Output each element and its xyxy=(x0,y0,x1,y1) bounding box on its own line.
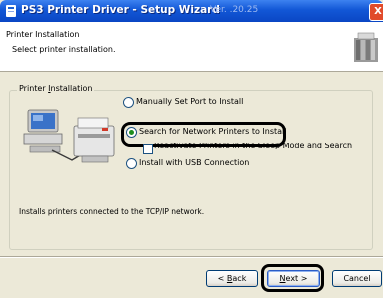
window-title: PS3 Printer Driver - Setup Wizard xyxy=(21,4,220,16)
search-network-radio[interactable] xyxy=(126,127,137,138)
printer-drivers-icon xyxy=(354,32,378,62)
option-description: Installs printers connected to the TCP/I… xyxy=(19,207,205,216)
close-button[interactable]: X xyxy=(369,3,383,21)
reactivate-sleep-checkbox[interactable] xyxy=(143,144,153,154)
cancel-button[interactable]: Cancel xyxy=(332,270,382,287)
back-button[interactable]: < Back xyxy=(206,270,258,287)
close-icon: X xyxy=(374,6,382,17)
setup-wizard-window: PS3 Printer Driver - Setup Wizard Ver. .… xyxy=(0,0,383,298)
page-subtitle: Select printer installation. xyxy=(12,45,116,54)
usb-connection-radio[interactable] xyxy=(126,158,137,169)
printer-app-icon xyxy=(6,5,16,17)
network-printer-illustration xyxy=(22,104,120,170)
next-button[interactable]: Next > xyxy=(267,270,320,287)
window-version: Ver. .20.25 xyxy=(210,5,259,15)
wizard-header: Printer Installation Select printer inst… xyxy=(0,22,383,72)
manual-port-radio[interactable] xyxy=(123,97,134,108)
radio-selected-dot xyxy=(129,130,134,135)
page-title: Printer Installation xyxy=(6,30,80,39)
group-label: Printer Installation xyxy=(17,84,95,93)
footer-separator xyxy=(0,256,383,258)
reactivate-sleep-label[interactable]: Reactivate Printers in the Sleep Mode an… xyxy=(154,143,352,149)
title-bar[interactable]: PS3 Printer Driver - Setup Wizard Ver. .… xyxy=(0,0,383,22)
usb-connection-label[interactable]: Install with USB Connection xyxy=(139,158,249,167)
manual-port-label[interactable]: Manually Set Port to Install xyxy=(136,97,243,106)
search-network-label[interactable]: Search for Network Printers to Install xyxy=(139,127,287,136)
